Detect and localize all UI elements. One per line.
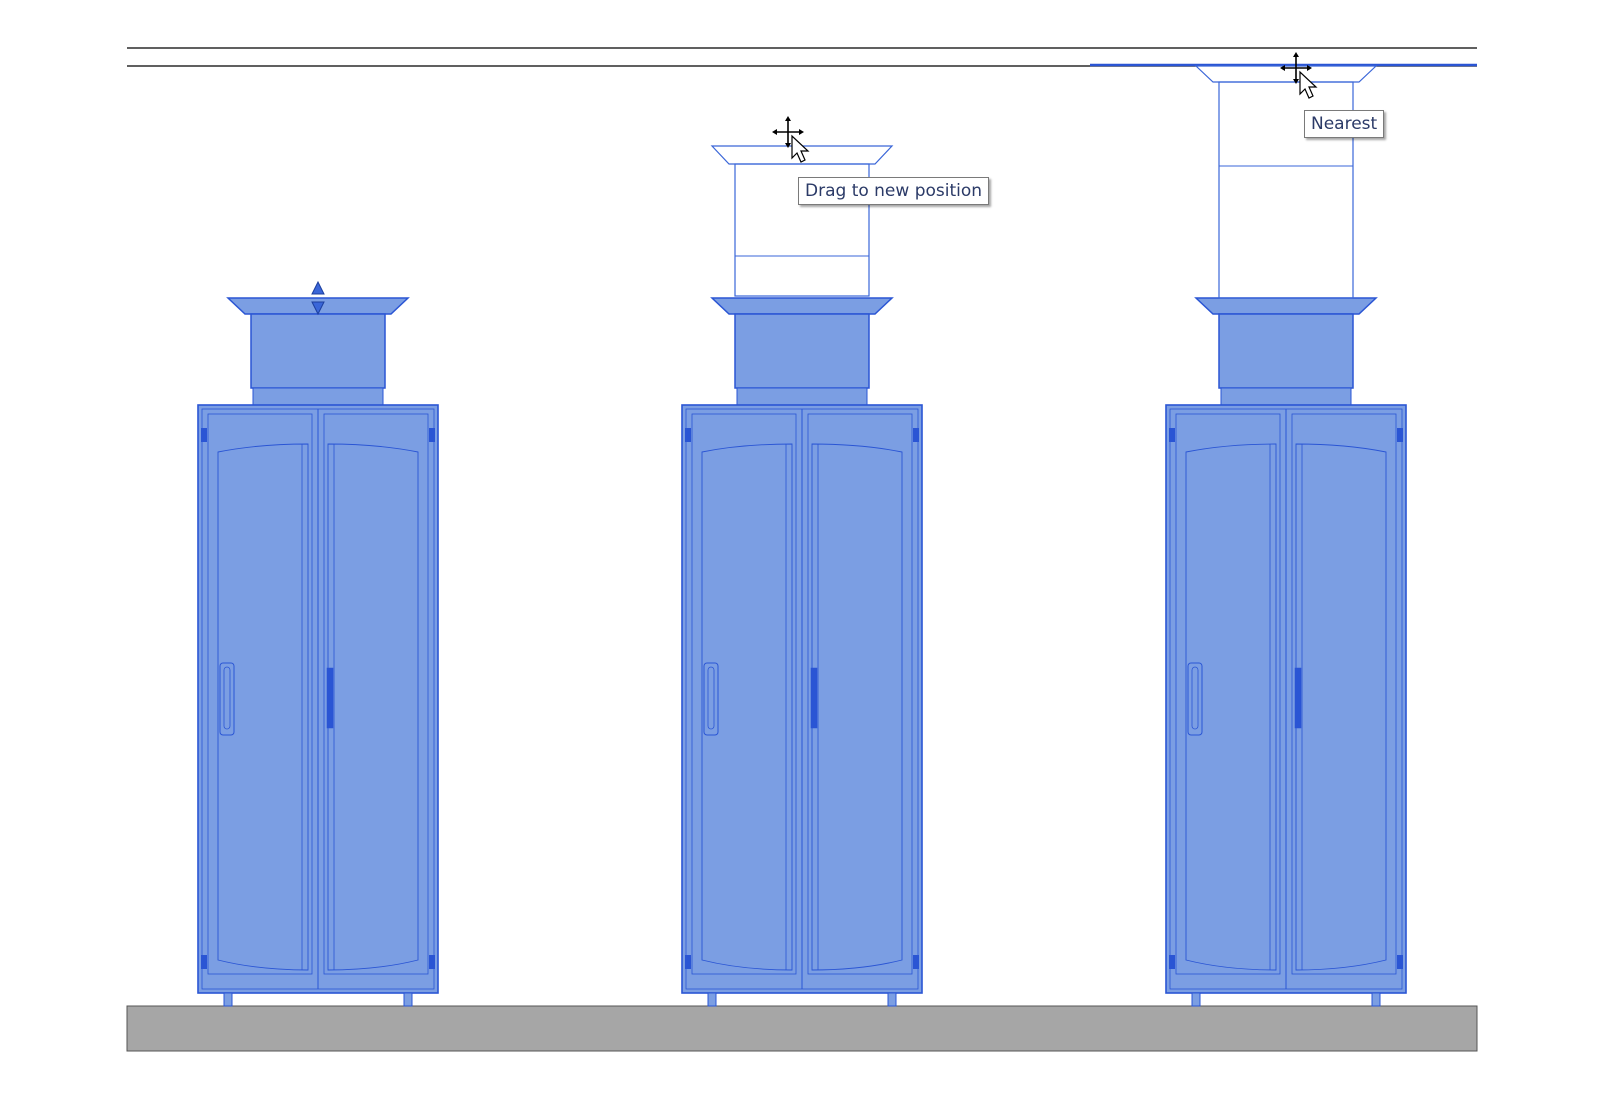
cabinet-foot — [223, 992, 233, 1007]
hinge — [1397, 428, 1403, 442]
cabinet[interactable] — [1165, 297, 1407, 1007]
hinge — [201, 955, 207, 969]
cabinet-foot — [1191, 992, 1201, 1007]
hinge — [429, 428, 435, 442]
hinge — [913, 955, 919, 969]
hinge — [201, 428, 207, 442]
extension-preview — [710, 145, 894, 297]
door-latch — [326, 667, 334, 729]
plenum-base — [252, 387, 384, 406]
cabinet-foot — [887, 992, 897, 1007]
door-latch — [1294, 667, 1302, 729]
plenum-flange — [710, 297, 894, 315]
cursor-arrow-up — [1293, 52, 1299, 57]
cabinet-foot — [707, 992, 717, 1007]
door-latch — [810, 667, 818, 729]
extension-preview — [1194, 65, 1378, 299]
cabinet-foot — [403, 992, 413, 1007]
elevation-canvas[interactable] — [0, 0, 1600, 1100]
floor-slab — [126, 1005, 1478, 1052]
hinge — [429, 955, 435, 969]
plenum-duct — [250, 313, 386, 389]
drag-tooltip: Drag to new position — [798, 177, 990, 205]
plenum-base — [1220, 387, 1352, 406]
cabinets-layer — [197, 65, 1407, 1007]
cursor-arrow-up — [785, 116, 791, 121]
plenum-duct — [734, 313, 870, 389]
plenum-flange — [1194, 297, 1378, 315]
cabinet[interactable] — [197, 297, 439, 1007]
hinge — [913, 428, 919, 442]
cursor-arrow-left — [772, 129, 777, 135]
hinge — [1169, 428, 1175, 442]
plenum-base — [736, 387, 868, 406]
cabinet[interactable] — [681, 297, 923, 1007]
snap-tooltip: Nearest — [1304, 110, 1385, 138]
cabinet-foot — [1371, 992, 1381, 1007]
hinge — [1169, 955, 1175, 969]
hinge — [685, 955, 691, 969]
plenum-duct — [1218, 313, 1354, 389]
hinge — [1397, 955, 1403, 969]
hinge — [685, 428, 691, 442]
cursor-arrow-right — [799, 129, 804, 135]
